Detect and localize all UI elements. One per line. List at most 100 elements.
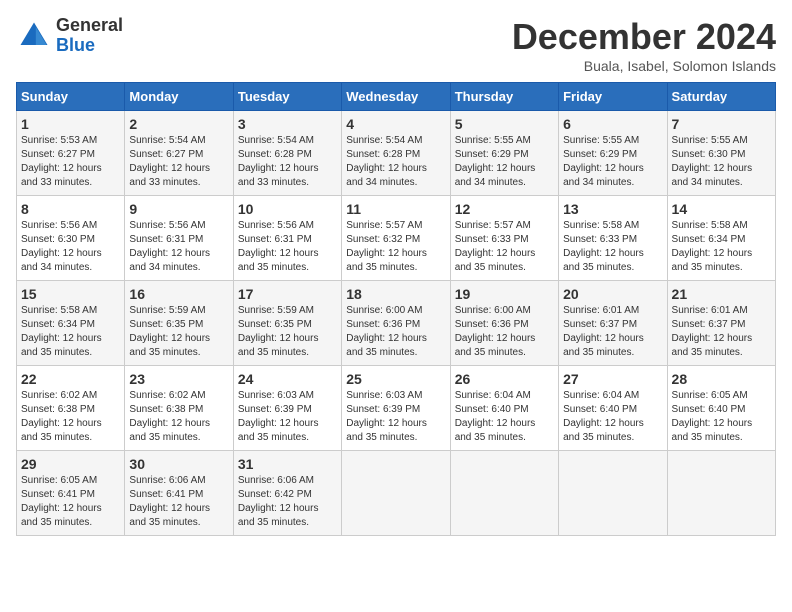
- day-cell: 26 Sunrise: 6:04 AM Sunset: 6:40 PM Dayli…: [450, 366, 558, 451]
- day-cell: 11 Sunrise: 5:57 AM Sunset: 6:32 PM Dayli…: [342, 196, 450, 281]
- month-title: December 2024: [512, 16, 776, 58]
- day-info: Sunrise: 5:54 AM Sunset: 6:27 PM Dayligh…: [129, 134, 228, 190]
- logo-blue-text: Blue: [56, 36, 123, 56]
- day-number: 7: [672, 116, 771, 132]
- day-number: 4: [346, 116, 445, 132]
- day-cell: [667, 451, 775, 536]
- day-info: Sunrise: 6:00 AM Sunset: 6:36 PM Dayligh…: [455, 304, 554, 360]
- day-info: Sunrise: 5:55 AM Sunset: 6:30 PM Dayligh…: [672, 134, 771, 190]
- day-cell: 31Sunrise: 6:06 AM Sunset: 6:42 PM Dayli…: [233, 451, 341, 536]
- day-number: 8: [21, 201, 120, 217]
- day-info: Sunrise: 5:58 AM Sunset: 6:34 PM Dayligh…: [21, 304, 120, 360]
- day-cell: 6 Sunrise: 5:55 AM Sunset: 6:29 PM Daylig…: [559, 111, 667, 196]
- day-number: 21: [672, 286, 771, 302]
- day-info: Sunrise: 6:04 AM Sunset: 6:40 PM Dayligh…: [455, 389, 554, 445]
- day-number: 15: [21, 286, 120, 302]
- day-number: 24: [238, 371, 337, 387]
- calendar-table: SundayMondayTuesdayWednesdayThursdayFrid…: [16, 82, 776, 536]
- day-info: Sunrise: 5:56 AM Sunset: 6:31 PM Dayligh…: [238, 219, 337, 275]
- calendar-header: SundayMondayTuesdayWednesdayThursdayFrid…: [17, 83, 776, 111]
- day-info: Sunrise: 5:57 AM Sunset: 6:33 PM Dayligh…: [455, 219, 554, 275]
- day-number: 16: [129, 286, 228, 302]
- day-number: 30: [129, 456, 228, 472]
- day-number: 25: [346, 371, 445, 387]
- day-number: 6: [563, 116, 662, 132]
- header-cell-tuesday: Tuesday: [233, 83, 341, 111]
- day-number: 14: [672, 201, 771, 217]
- day-cell: 23Sunrise: 6:02 AM Sunset: 6:38 PM Dayli…: [125, 366, 233, 451]
- day-cell: 5 Sunrise: 5:55 AM Sunset: 6:29 PM Daylig…: [450, 111, 558, 196]
- logo: General Blue: [16, 16, 123, 56]
- day-cell: 19 Sunrise: 6:00 AM Sunset: 6:36 PM Dayli…: [450, 281, 558, 366]
- day-number: 5: [455, 116, 554, 132]
- day-info: Sunrise: 6:03 AM Sunset: 6:39 PM Dayligh…: [238, 389, 337, 445]
- day-number: 11: [346, 201, 445, 217]
- day-info: Sunrise: 6:02 AM Sunset: 6:38 PM Dayligh…: [21, 389, 120, 445]
- day-info: Sunrise: 5:54 AM Sunset: 6:28 PM Dayligh…: [238, 134, 337, 190]
- day-info: Sunrise: 5:58 AM Sunset: 6:33 PM Dayligh…: [563, 219, 662, 275]
- day-info: Sunrise: 5:59 AM Sunset: 6:35 PM Dayligh…: [129, 304, 228, 360]
- day-info: Sunrise: 6:01 AM Sunset: 6:37 PM Dayligh…: [672, 304, 771, 360]
- day-info: Sunrise: 5:57 AM Sunset: 6:32 PM Dayligh…: [346, 219, 445, 275]
- day-cell: 9 Sunrise: 5:56 AM Sunset: 6:31 PM Daylig…: [125, 196, 233, 281]
- day-cell: 25 Sunrise: 6:03 AM Sunset: 6:39 PM Dayli…: [342, 366, 450, 451]
- day-cell: 30Sunrise: 6:06 AM Sunset: 6:41 PM Dayli…: [125, 451, 233, 536]
- day-cell: [450, 451, 558, 536]
- day-cell: 20Sunrise: 6:01 AM Sunset: 6:37 PM Dayli…: [559, 281, 667, 366]
- day-number: 28: [672, 371, 771, 387]
- day-cell: 14 Sunrise: 5:58 AM Sunset: 6:34 PM Dayli…: [667, 196, 775, 281]
- day-cell: 2 Sunrise: 5:54 AM Sunset: 6:27 PM Daylig…: [125, 111, 233, 196]
- day-cell: 3 Sunrise: 5:54 AM Sunset: 6:28 PM Daylig…: [233, 111, 341, 196]
- day-cell: 8 Sunrise: 5:56 AM Sunset: 6:30 PM Daylig…: [17, 196, 125, 281]
- day-number: 13: [563, 201, 662, 217]
- week-row-3: 15 Sunrise: 5:58 AM Sunset: 6:34 PM Dayli…: [17, 281, 776, 366]
- header-row: SundayMondayTuesdayWednesdayThursdayFrid…: [17, 83, 776, 111]
- day-number: 29: [21, 456, 120, 472]
- day-number: 3: [238, 116, 337, 132]
- header-cell-saturday: Saturday: [667, 83, 775, 111]
- day-number: 9: [129, 201, 228, 217]
- header-cell-monday: Monday: [125, 83, 233, 111]
- day-number: 2: [129, 116, 228, 132]
- day-cell: [559, 451, 667, 536]
- header-cell-wednesday: Wednesday: [342, 83, 450, 111]
- day-info: Sunrise: 5:53 AM Sunset: 6:27 PM Dayligh…: [21, 134, 120, 190]
- day-cell: 1 Sunrise: 5:53 AM Sunset: 6:27 PM Daylig…: [17, 111, 125, 196]
- day-info: Sunrise: 5:56 AM Sunset: 6:30 PM Dayligh…: [21, 219, 120, 275]
- week-row-5: 29Sunrise: 6:05 AM Sunset: 6:41 PM Dayli…: [17, 451, 776, 536]
- header-cell-thursday: Thursday: [450, 83, 558, 111]
- day-cell: 17 Sunrise: 5:59 AM Sunset: 6:35 PM Dayli…: [233, 281, 341, 366]
- day-cell: 18Sunrise: 6:00 AM Sunset: 6:36 PM Dayli…: [342, 281, 450, 366]
- day-number: 20: [563, 286, 662, 302]
- day-number: 19: [455, 286, 554, 302]
- day-info: Sunrise: 5:55 AM Sunset: 6:29 PM Dayligh…: [455, 134, 554, 190]
- logo-icon: [16, 18, 52, 54]
- day-number: 31: [238, 456, 337, 472]
- logo-general-text: General: [56, 16, 123, 36]
- subtitle: Buala, Isabel, Solomon Islands: [512, 58, 776, 74]
- day-cell: 15 Sunrise: 5:58 AM Sunset: 6:34 PM Dayli…: [17, 281, 125, 366]
- week-row-2: 8 Sunrise: 5:56 AM Sunset: 6:30 PM Daylig…: [17, 196, 776, 281]
- day-number: 17: [238, 286, 337, 302]
- day-info: Sunrise: 5:56 AM Sunset: 6:31 PM Dayligh…: [129, 219, 228, 275]
- header: General Blue December 2024 Buala, Isabel…: [16, 16, 776, 74]
- day-number: 27: [563, 371, 662, 387]
- day-cell: 16 Sunrise: 5:59 AM Sunset: 6:35 PM Dayli…: [125, 281, 233, 366]
- day-cell: 7 Sunrise: 5:55 AM Sunset: 6:30 PM Daylig…: [667, 111, 775, 196]
- day-info: Sunrise: 5:59 AM Sunset: 6:35 PM Dayligh…: [238, 304, 337, 360]
- day-number: 26: [455, 371, 554, 387]
- day-info: Sunrise: 6:04 AM Sunset: 6:40 PM Dayligh…: [563, 389, 662, 445]
- day-number: 1: [21, 116, 120, 132]
- header-cell-friday: Friday: [559, 83, 667, 111]
- day-info: Sunrise: 5:54 AM Sunset: 6:28 PM Dayligh…: [346, 134, 445, 190]
- day-info: Sunrise: 6:02 AM Sunset: 6:38 PM Dayligh…: [129, 389, 228, 445]
- day-cell: 13 Sunrise: 5:58 AM Sunset: 6:33 PM Dayli…: [559, 196, 667, 281]
- day-number: 12: [455, 201, 554, 217]
- day-cell: 10Sunrise: 5:56 AM Sunset: 6:31 PM Dayli…: [233, 196, 341, 281]
- week-row-4: 22Sunrise: 6:02 AM Sunset: 6:38 PM Dayli…: [17, 366, 776, 451]
- day-info: Sunrise: 5:55 AM Sunset: 6:29 PM Dayligh…: [563, 134, 662, 190]
- title-section: December 2024 Buala, Isabel, Solomon Isl…: [512, 16, 776, 74]
- day-cell: 27 Sunrise: 6:04 AM Sunset: 6:40 PM Dayli…: [559, 366, 667, 451]
- day-info: Sunrise: 6:03 AM Sunset: 6:39 PM Dayligh…: [346, 389, 445, 445]
- day-info: Sunrise: 5:58 AM Sunset: 6:34 PM Dayligh…: [672, 219, 771, 275]
